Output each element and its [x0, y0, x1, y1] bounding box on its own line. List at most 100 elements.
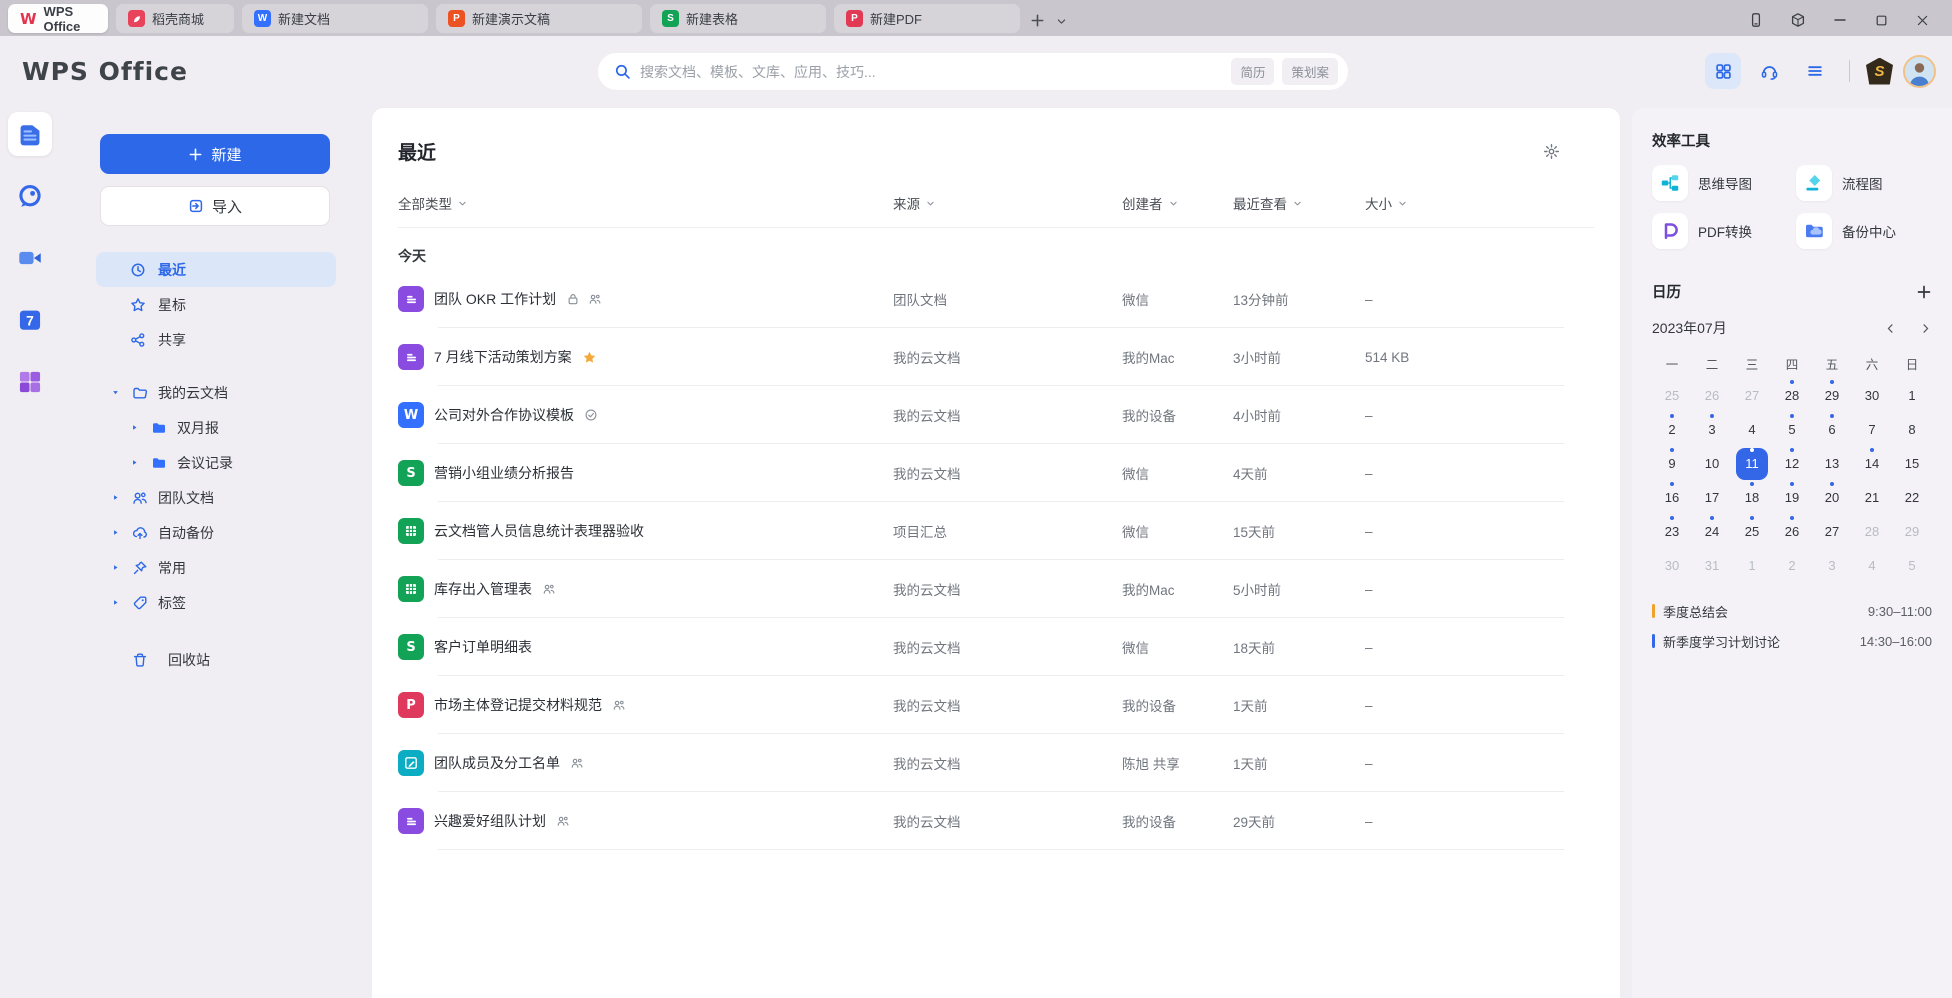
- calendar-day[interactable]: 27: [1732, 379, 1772, 412]
- tab-4[interactable]: P新建演示文稿: [436, 4, 642, 33]
- filter-dropdown[interactable]: 全部类型: [398, 193, 893, 213]
- file-row[interactable]: 兴趣爱好组队计划我的云文档我的设备29天前–: [398, 792, 1594, 850]
- calendar-day[interactable]: 21: [1852, 481, 1892, 514]
- calendar-prev-button[interactable]: [1884, 322, 1897, 335]
- calendar-day[interactable]: 24: [1692, 515, 1732, 548]
- calendar-day[interactable]: 10: [1692, 447, 1732, 480]
- user-avatar[interactable]: [1903, 55, 1936, 88]
- filter-dropdown[interactable]: 来源: [893, 193, 1122, 213]
- sidebar-item-star[interactable]: 星标: [96, 287, 336, 322]
- tool-mindmap[interactable]: 思维导图: [1652, 165, 1788, 201]
- tree-item[interactable]: 标签: [60, 585, 372, 620]
- calendar-day[interactable]: 28: [1852, 515, 1892, 548]
- calendar-next-button[interactable]: [1919, 322, 1932, 335]
- tab-2[interactable]: 稻壳商城: [116, 4, 234, 33]
- calendar-day[interactable]: 5: [1772, 413, 1812, 446]
- calendar-day[interactable]: 2: [1772, 549, 1812, 582]
- filter-dropdown[interactable]: 创建者: [1122, 193, 1233, 213]
- chevdown-icon[interactable]: [1055, 15, 1068, 28]
- import-button[interactable]: 导入: [100, 186, 330, 226]
- tree-item[interactable]: 团队文档: [60, 480, 372, 515]
- file-row[interactable]: 团队成员及分工名单我的云文档陈旭 共享1天前–: [398, 734, 1594, 792]
- file-row[interactable]: 7 月线下活动策划方案我的云文档我的Mac3小时前514 KB: [398, 328, 1594, 386]
- chevleft-icon[interactable]: [1884, 322, 1897, 335]
- calendar-day[interactable]: 6: [1812, 413, 1852, 446]
- new-document-button[interactable]: 新建: [100, 134, 330, 174]
- workspace-button[interactable]: [1790, 12, 1806, 28]
- calendar-day[interactable]: 15: [1892, 447, 1932, 480]
- tree-item[interactable]: 会议记录: [60, 445, 372, 480]
- chevright-icon[interactable]: [1919, 322, 1932, 335]
- plus-icon[interactable]: [1030, 13, 1045, 28]
- calendar-day[interactable]: 3: [1812, 549, 1852, 582]
- tree-item[interactable]: 自动备份: [60, 515, 372, 550]
- calendar-day[interactable]: 7: [1852, 413, 1892, 446]
- calendar-day[interactable]: 8: [1892, 413, 1932, 446]
- support-button[interactable]: [1751, 53, 1787, 89]
- file-row[interactable]: S营销小组业绩分析报告我的云文档微信4天前–: [398, 444, 1594, 502]
- mobile-connect-button[interactable]: [1748, 12, 1764, 28]
- calendar-day[interactable]: 26: [1772, 515, 1812, 548]
- calendar-day[interactable]: 23: [1652, 515, 1692, 548]
- tab-5[interactable]: S新建表格: [650, 4, 826, 33]
- calendar-day[interactable]: 14: [1852, 447, 1892, 480]
- calendar-day[interactable]: 16: [1652, 481, 1692, 514]
- tool-flowchart[interactable]: 流程图: [1796, 165, 1932, 201]
- close-button[interactable]: [1915, 13, 1930, 28]
- gear-icon[interactable]: [1543, 143, 1560, 160]
- calendar-day[interactable]: 26: [1692, 379, 1732, 412]
- calendar-day[interactable]: 9: [1652, 447, 1692, 480]
- tab-3[interactable]: W新建文档: [242, 4, 428, 33]
- new-tab-button[interactable]: [1030, 13, 1045, 28]
- calendar-day[interactable]: 28: [1772, 379, 1812, 412]
- filter-dropdown[interactable]: 最近查看: [1233, 193, 1365, 213]
- file-row[interactable]: P市场主体登记提交材料规范我的云文档我的设备1天前–: [398, 676, 1594, 734]
- file-row[interactable]: 库存出入管理表我的云文档我的Mac5小时前–: [398, 560, 1594, 618]
- search-input[interactable]: [640, 64, 1231, 80]
- tab-6[interactable]: P新建PDF: [834, 4, 1020, 33]
- sidebar-item-share[interactable]: 共享: [96, 322, 336, 357]
- rail-item-apps[interactable]: [8, 360, 52, 404]
- rail-item-chat[interactable]: [8, 174, 52, 218]
- tab-1[interactable]: WWPS Office: [8, 4, 108, 33]
- sidebar-item-trash[interactable]: 回收站: [60, 642, 372, 677]
- rail-item-calendar[interactable]: 7: [8, 298, 52, 342]
- calendar-day[interactable]: 29: [1812, 379, 1852, 412]
- rail-item-meeting[interactable]: [8, 236, 52, 280]
- tree-item[interactable]: 双月报: [60, 410, 372, 445]
- rail-item-documents[interactable]: [8, 112, 52, 156]
- calendar-day[interactable]: 27: [1812, 515, 1852, 548]
- calendar-day[interactable]: 22: [1892, 481, 1932, 514]
- calendar-day[interactable]: 30: [1652, 549, 1692, 582]
- calendar-day[interactable]: 5: [1892, 549, 1932, 582]
- home-grid-button[interactable]: [1705, 53, 1741, 89]
- calendar-day[interactable]: 19: [1772, 481, 1812, 514]
- search-bar[interactable]: 简历策划案: [598, 53, 1348, 90]
- calendar-day[interactable]: 13: [1812, 447, 1852, 480]
- calendar-day[interactable]: 18: [1732, 481, 1772, 514]
- calendar-day[interactable]: 30: [1852, 379, 1892, 412]
- tree-item[interactable]: 我的云文档: [60, 375, 372, 410]
- file-row[interactable]: W公司对外合作协议模板我的云文档我的设备4小时前–: [398, 386, 1594, 444]
- file-row[interactable]: S客户订单明细表我的云文档微信18天前–: [398, 618, 1594, 676]
- calendar-day[interactable]: 20: [1812, 481, 1852, 514]
- calendar-day[interactable]: 1: [1892, 379, 1932, 412]
- tree-item[interactable]: 常用: [60, 550, 372, 585]
- filter-dropdown[interactable]: 大小: [1365, 193, 1594, 213]
- calendar-day[interactable]: 1: [1732, 549, 1772, 582]
- schedule-item[interactable]: 季度总结会9:30–11:00: [1652, 596, 1932, 626]
- calendar-day[interactable]: 4: [1732, 413, 1772, 446]
- calendar-day-selected[interactable]: 11: [1732, 447, 1772, 480]
- search-tag[interactable]: 简历: [1231, 58, 1274, 85]
- svip-badge[interactable]: S: [1866, 58, 1893, 85]
- calendar-day[interactable]: 4: [1852, 549, 1892, 582]
- plus-icon[interactable]: [1916, 284, 1932, 300]
- tool-pdfconv[interactable]: PDF转换: [1652, 213, 1788, 249]
- calendar-day[interactable]: 12: [1772, 447, 1812, 480]
- search-tag[interactable]: 策划案: [1282, 58, 1338, 85]
- file-row[interactable]: 团队 OKR 工作计划团队文档微信13分钟前–: [398, 270, 1594, 328]
- calendar-day[interactable]: 2: [1652, 413, 1692, 446]
- file-row[interactable]: 云文档管人员信息统计表理器验收项目汇总微信15天前–: [398, 502, 1594, 560]
- minimize-button[interactable]: [1832, 12, 1848, 28]
- sidebar-item-clock[interactable]: 最近: [96, 252, 336, 287]
